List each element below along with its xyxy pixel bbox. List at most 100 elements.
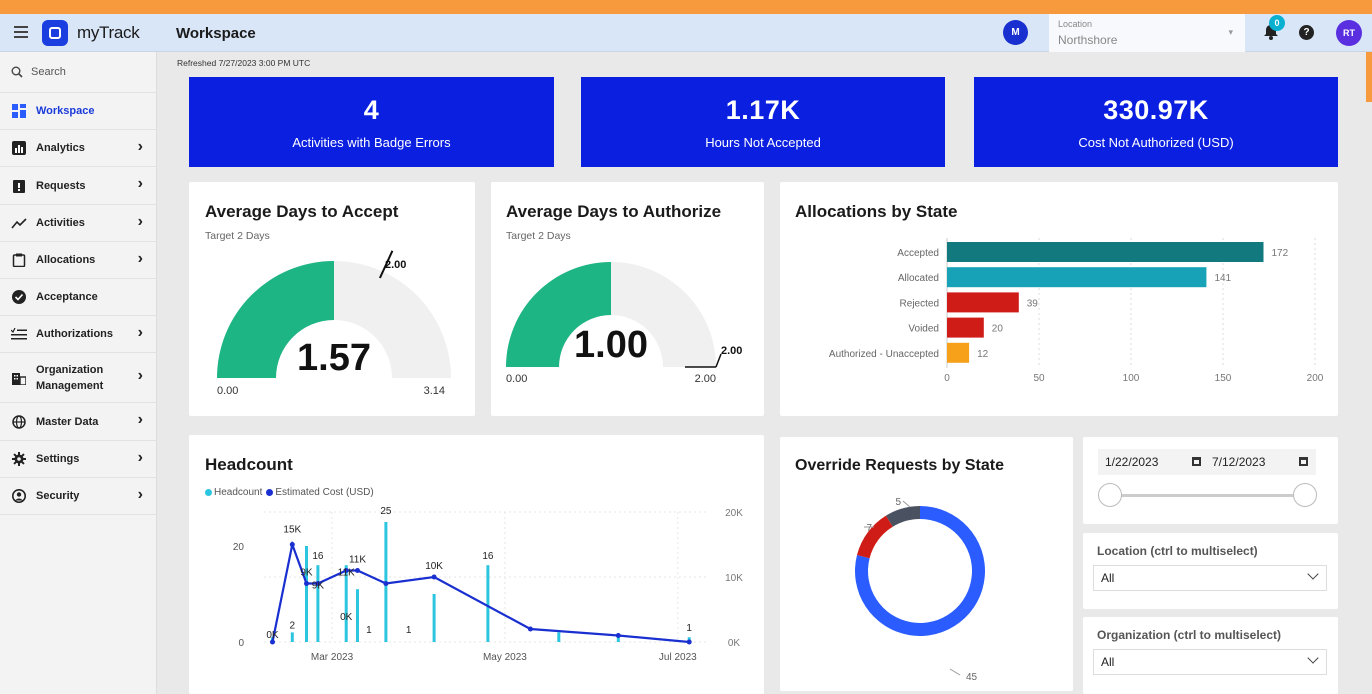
category-label: Accepted (897, 248, 939, 259)
start-date-input[interactable]: 1/22/2023 (1098, 449, 1209, 475)
location-dropdown[interactable]: All (1093, 565, 1327, 591)
checklist-icon (11, 326, 27, 342)
organization-dropdown[interactable]: All (1093, 649, 1327, 675)
gauge-card-authorize[interactable]: Average Days to Authorize Target 2 Days … (491, 182, 764, 416)
sidebar-item-allocations[interactable]: Allocations › (0, 242, 157, 279)
sidebar-item-master-data[interactable]: Master Data › (0, 403, 157, 441)
help-icon[interactable]: ? (1299, 25, 1314, 40)
sidebar-item-settings[interactable]: Settings › (0, 441, 157, 478)
sidebar-item-label: Activities (36, 217, 85, 229)
kpi-card-badge-errors[interactable]: 4 Activities with Badge Errors (189, 77, 554, 167)
chevron-right-icon: › (137, 175, 143, 192)
sidebar-item-activities[interactable]: Activities › (0, 205, 157, 242)
organization-slicer[interactable]: Organization (ctrl to multiselect) All (1083, 617, 1338, 694)
app-name[interactable]: myTrack (77, 23, 140, 43)
headcount-bar (316, 565, 320, 642)
bar-chart-icon (11, 140, 27, 156)
category-label: Allocated (898, 273, 939, 284)
allocations-bar-chart: 0 50 100 150 200 Accepted 172 Allocated 141 Rejec… (829, 238, 1324, 384)
gauge-min-label: 0.00 (217, 385, 238, 397)
date-range-track (1110, 494, 1305, 497)
slice-value-label: 45 (966, 672, 978, 683)
main-content: Refreshed 7/27/2023 3:00 PM UTC 4 Activi… (157, 52, 1372, 694)
sidebar-item-acceptance[interactable]: Acceptance (0, 279, 157, 316)
data-label: 2 (290, 620, 296, 631)
date-slicer[interactable]: 1/22/2023 7/12/2023 (1083, 437, 1338, 524)
date-range-start-handle[interactable] (1098, 483, 1122, 507)
sidebar-item-workspace[interactable]: Workspace (0, 93, 157, 130)
gauge-card-accept[interactable]: Average Days to Accept Target 2 Days 2.0… (189, 182, 475, 416)
date-range-end-handle[interactable] (1293, 483, 1317, 507)
bar-value-label: 141 (1214, 273, 1231, 284)
data-label: 0K (266, 630, 279, 641)
gauge-target-label: 2.00 (721, 345, 742, 357)
override-card[interactable]: Override Requests by State 4575Requested… (780, 437, 1073, 691)
location-select[interactable]: Location Northshore ▾ (1049, 14, 1245, 52)
chevron-down-icon: ▾ (1228, 27, 1233, 37)
headcount-line-chart: 20K10K0KMar 2023 May 2023 Jul 202320015K25… (233, 506, 743, 663)
sidebar-item-label: Allocations (36, 254, 96, 266)
hamburger-menu-icon[interactable] (14, 26, 28, 38)
category-label: Rejected (900, 298, 939, 309)
chevron-right-icon: › (137, 367, 143, 384)
sidebar-item-analytics[interactable]: Analytics › (0, 130, 157, 167)
start-date-value: 1/22/2023 (1105, 455, 1159, 469)
x-tick-label: 100 (1123, 373, 1140, 384)
sidebar-item-label: Security (36, 490, 80, 502)
sidebar-item-authorizations[interactable]: Authorizations › (0, 316, 157, 353)
app-logo-icon[interactable] (42, 20, 68, 46)
headcount-card[interactable]: Headcount Headcount Estimated Cost (USD)… (189, 435, 764, 694)
sidebar-item-organization-management[interactable]: Organization Management › (0, 353, 157, 403)
user-avatar[interactable]: RT (1336, 20, 1362, 46)
gauge-max-label: 3.14 (424, 385, 445, 397)
cost-point (527, 626, 533, 632)
bar (947, 242, 1264, 262)
chevron-right-icon: › (137, 249, 143, 267)
x-tick-label: Jul 2023 (659, 652, 697, 663)
data-label: 15K (283, 525, 301, 536)
x-tick-label: 150 (1215, 373, 1232, 384)
notification-count-badge: 0 (1269, 15, 1285, 31)
data-label: 0K (340, 612, 353, 623)
search-box[interactable]: Search (0, 52, 157, 93)
cost-point (304, 581, 309, 586)
sidebar-item-security[interactable]: Security › (0, 478, 157, 515)
sidebar-item-label: Workspace (36, 105, 95, 117)
donut-slice-declined (886, 506, 920, 527)
kpi-card-hours-not-accepted[interactable]: 1.17K Hours Not Accepted (581, 77, 945, 167)
cost-point (615, 633, 621, 638)
bar-value-label: 172 (1271, 248, 1288, 259)
y-right-tick-label: 20K (725, 508, 743, 519)
kpi-card-cost-not-authorized[interactable]: 330.97K Cost Not Authorized (USD) (974, 77, 1338, 167)
kpi-label: Hours Not Accepted (705, 135, 821, 150)
end-date-input[interactable]: 7/12/2023 (1205, 449, 1316, 475)
user-circle-icon (11, 488, 27, 504)
dashboard-icon (11, 103, 27, 119)
chevron-right-icon: › (137, 212, 143, 230)
dropdown-value: All (1101, 655, 1115, 669)
search-icon (11, 66, 23, 78)
x-tick-label: May 2023 (483, 652, 527, 663)
allocations-card[interactable]: Allocations by State 0 50 100 150 200 Accepte… (780, 182, 1338, 416)
data-label: 10K (425, 561, 443, 572)
building-icon (11, 370, 27, 386)
slice-value-label: 7 (866, 523, 872, 534)
slicer-title: Location (ctrl to multiselect) (1097, 544, 1258, 558)
kpi-value: 1.17K (725, 95, 801, 125)
y-right-tick-label: 10K (725, 573, 743, 584)
sidebar-item-requests[interactable]: Requests › (0, 167, 157, 205)
bar-value-label: 12 (977, 349, 989, 360)
leader-line (949, 668, 961, 676)
x-tick-label: Mar 2023 (311, 652, 354, 663)
location-slicer[interactable]: Location (ctrl to multiselect) All (1083, 533, 1338, 609)
user-initial-avatar[interactable]: M (1003, 20, 1028, 45)
gauge-value: 1.00 (574, 324, 648, 366)
bar (947, 267, 1207, 288)
top-accent-band (0, 0, 1372, 14)
headcount-bar (356, 589, 359, 642)
headcount-bar (432, 594, 436, 642)
data-label: 1 (366, 625, 372, 636)
override-donut-chart: 4575RequestedRejectedDeclined (855, 497, 985, 683)
chevron-right-icon: › (137, 411, 143, 428)
data-label: 16 (482, 551, 494, 562)
